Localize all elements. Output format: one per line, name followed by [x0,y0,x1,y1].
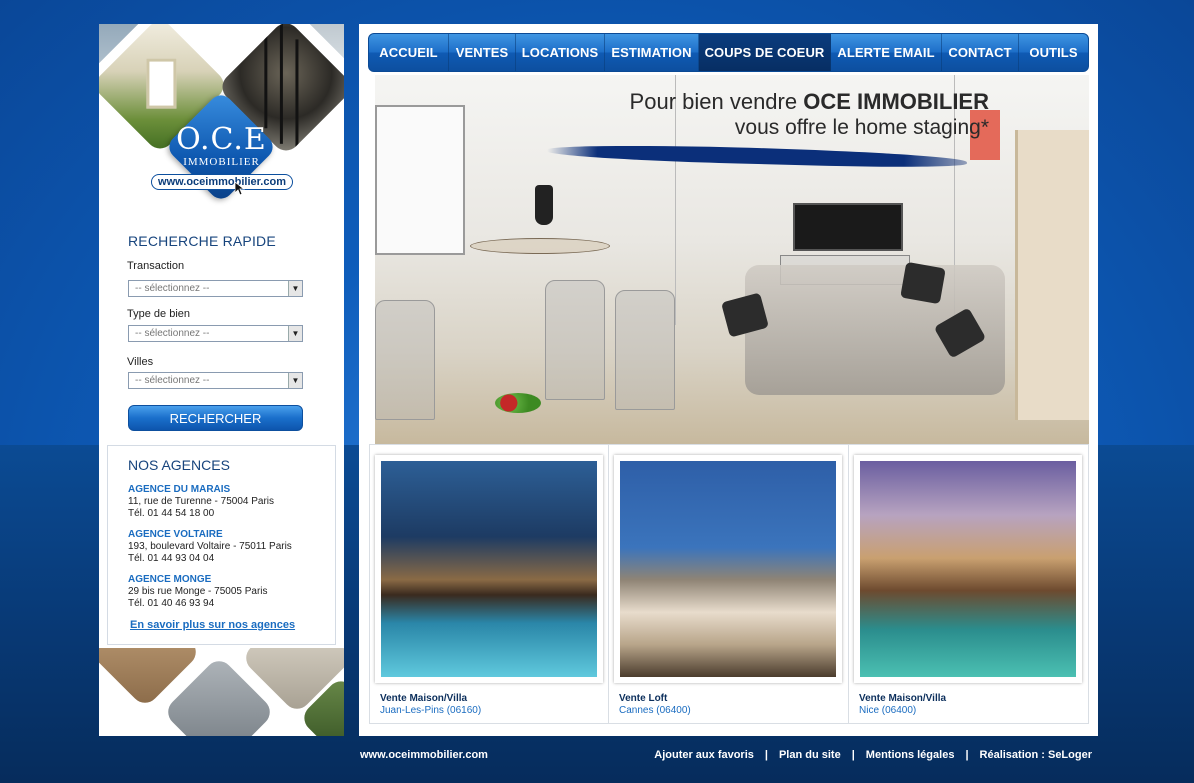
agency-address: 193, boulevard Voltaire - 75011 Paris [128,541,292,552]
nav-item-ventes[interactable]: VENTES [449,34,516,71]
gate-bar [295,39,299,157]
property-type-label: Type de bien [127,308,190,320]
hero-window [375,105,465,255]
listing-photo-frame[interactable] [614,455,842,683]
hero-chair [375,300,435,420]
agency-phone: Tél. 01 44 54 18 00 [128,508,215,519]
window-shape [146,58,177,109]
logo-name: O.C.E [176,122,267,157]
sidebar-footer-decor [99,648,344,736]
agency-phone: Tél. 01 40 46 93 94 [128,598,215,609]
hero-headline: Pour bien vendre OCE IMMOBILIER vous off… [630,88,989,140]
listing-card[interactable]: Vente Loft Cannes (06400) [609,444,849,724]
footer-link-sitemap[interactable]: Plan du site [779,749,841,761]
agencies-title: NOS AGENCES [128,457,230,473]
footer-url[interactable]: www.oceimmobilier.com [360,749,488,761]
hero-door [1015,130,1089,420]
listing-location[interactable]: Nice (06400) [859,705,916,716]
agencies-panel: NOS AGENCES AGENCE DU MARAIS 11, rue de … [107,445,336,645]
agency-item: AGENCE VOLTAIRE 193, boulevard Voltaire … [128,529,292,565]
listing-type[interactable]: Vente Loft [619,693,667,704]
listing-card[interactable]: Vente Maison/Villa Juan-Les-Pins (06160) [369,444,609,724]
nav-item-estimation[interactable]: ESTIMATION [605,34,699,71]
footer-link-legal[interactable]: Mentions légales [866,749,955,761]
agency-address: 29 bis rue Monge - 75005 Paris [128,586,268,597]
hero-fruit-bowl [495,393,541,413]
property-type-select[interactable]: -- sélectionnez -- ▼ [128,325,303,342]
hero-line-2: vous offre le home staging* [734,116,989,139]
sidebar-header: O.C.E IMMOBILIER www.oceimmobilier.com [99,24,344,234]
listing-location[interactable]: Cannes (06400) [619,705,691,716]
gate-bar [264,24,268,129]
nav-item-locations[interactable]: LOCATIONS [516,34,605,71]
main-nav: ACCUEIL VENTES LOCATIONS ESTIMATION COUP… [368,33,1089,72]
hero-lamp-shade [470,238,610,254]
hero-line-1-prefix: Pour bien vendre [629,89,804,114]
city-label: Villes [127,356,154,368]
footer-link-credits[interactable]: Réalisation : SeLoger [980,749,1092,761]
listing-photo[interactable] [620,461,836,677]
transaction-select-value: -- sélectionnez -- [135,283,210,294]
hero-line-1: Pour bien vendre OCE IMMOBILIER [630,88,989,116]
listing-photo-frame[interactable] [375,455,603,683]
agency-address: 11, rue de Turenne - 75004 Paris [128,496,275,507]
agency-item: AGENCE DU MARAIS 11, rue de Turenne - 75… [128,484,274,520]
nav-item-alerte-email[interactable]: ALERTE EMAIL [831,34,942,71]
hero-cushion [900,261,946,305]
transaction-select[interactable]: -- sélectionnez -- ▼ [128,280,303,297]
city-select[interactable]: -- sélectionnez -- ▼ [128,372,303,389]
footer-separator: | [851,749,855,761]
sidebar: O.C.E IMMOBILIER www.oceimmobilier.com R… [99,24,344,736]
hero-chair [615,290,675,410]
property-type-select-value: -- sélectionnez -- [135,328,210,339]
featured-listings: Vente Maison/Villa Juan-Les-Pins (06160)… [369,444,1089,724]
listing-type[interactable]: Vente Maison/Villa [859,693,946,704]
agency-name[interactable]: AGENCE DU MARAIS [128,484,274,496]
agencies-more-link[interactable]: En savoir plus sur nos agences [130,619,295,631]
listing-photo[interactable] [381,461,597,677]
chevron-down-icon[interactable]: ▼ [288,326,302,341]
hero-brand: OCE IMMOBILIER [803,89,989,114]
nav-item-outils[interactable]: OUTILS [1019,34,1088,71]
logo-url[interactable]: www.oceimmobilier.com [151,174,293,190]
search-button[interactable]: RECHERCHER [128,405,303,431]
agency-name[interactable]: AGENCE MONGE [128,574,268,586]
hero-chair [545,280,605,400]
listing-type[interactable]: Vente Maison/Villa [380,693,467,704]
quick-search-title: RECHERCHE RAPIDE [128,233,276,249]
nav-item-accueil[interactable]: ACCUEIL [369,34,449,71]
footer-separator: | [965,749,969,761]
chevron-down-icon[interactable]: ▼ [288,373,302,388]
footer-separator: | [764,749,768,761]
footer-link-favorites[interactable]: Ajouter aux favoris [654,749,754,761]
transaction-label: Transaction [127,260,185,272]
footer-links: Ajouter aux favoris | Plan du site | Men… [654,749,1092,761]
listing-photo[interactable] [860,461,1076,677]
agency-phone: Tél. 01 44 93 04 04 [128,553,215,564]
city-select-value: -- sélectionnez -- [135,375,210,386]
hero-lamp [535,185,553,225]
listing-card[interactable]: Vente Maison/Villa Nice (06400) [849,444,1089,724]
agency-item: AGENCE MONGE 29 bis rue Monge - 75005 Pa… [128,574,268,610]
nav-item-contact[interactable]: CONTACT [942,34,1019,71]
hero-banner[interactable]: Pour bien vendre OCE IMMOBILIER vous off… [375,75,1089,444]
hero-tv [793,203,903,251]
chevron-down-icon[interactable]: ▼ [288,281,302,296]
logo-subtitle: IMMOBILIER [183,156,260,168]
listing-photo-frame[interactable] [854,455,1082,683]
nav-item-coups-de-coeur[interactable]: COUPS DE COEUR [699,34,831,71]
logo[interactable]: O.C.E IMMOBILIER [159,122,284,169]
listing-location[interactable]: Juan-Les-Pins (06160) [380,705,481,716]
main-content: ACCUEIL VENTES LOCATIONS ESTIMATION COUP… [359,24,1098,736]
cursor-icon [235,182,245,196]
agency-name[interactable]: AGENCE VOLTAIRE [128,529,292,541]
